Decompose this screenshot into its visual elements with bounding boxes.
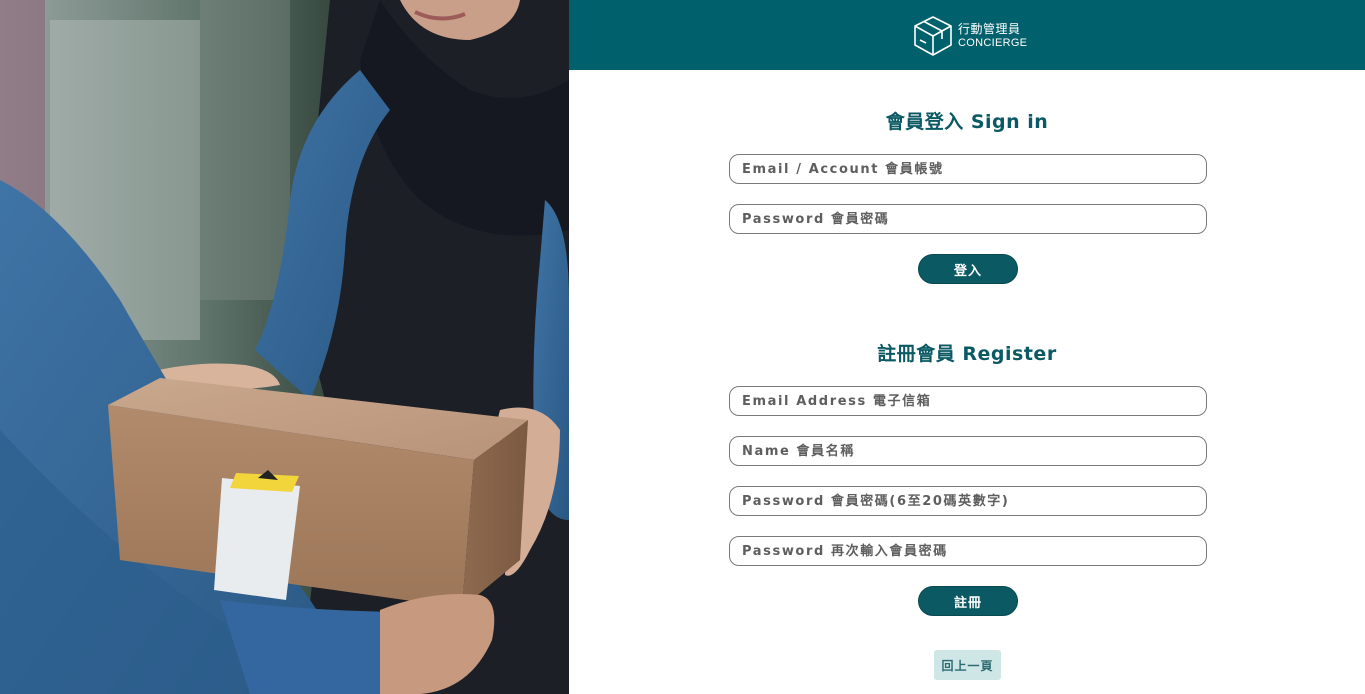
back-button[interactable]: 回上一頁 (934, 650, 1001, 680)
register-password-input[interactable] (729, 486, 1207, 516)
logo-title-cn: 行動管理員 (958, 22, 1021, 37)
register-title: 註冊會員 Register (877, 343, 1057, 365)
hero-photo (0, 0, 569, 694)
delivery-photo-illustration (0, 0, 569, 694)
register-button[interactable]: 註冊 (918, 586, 1018, 616)
logo-title-en: CONCIERGE (958, 36, 1028, 49)
top-bar: 行動管理員 CONCIERGE (569, 0, 1365, 70)
login-panel: 行動管理員 CONCIERGE 會員登入 Sign in 登入 註冊會員 Reg… (569, 0, 1365, 694)
signin-title: 會員登入 Sign in (885, 111, 1049, 133)
signin-email-input[interactable] (729, 154, 1207, 184)
package-box-icon (914, 16, 952, 56)
signin-button[interactable]: 登入 (918, 254, 1018, 284)
register-confirm-password-input[interactable] (729, 536, 1207, 566)
brand-logo[interactable]: 行動管理員 CONCIERGE (912, 13, 1032, 59)
register-email-input[interactable] (729, 386, 1207, 416)
register-name-input[interactable] (729, 436, 1207, 466)
signin-password-input[interactable] (729, 204, 1207, 234)
